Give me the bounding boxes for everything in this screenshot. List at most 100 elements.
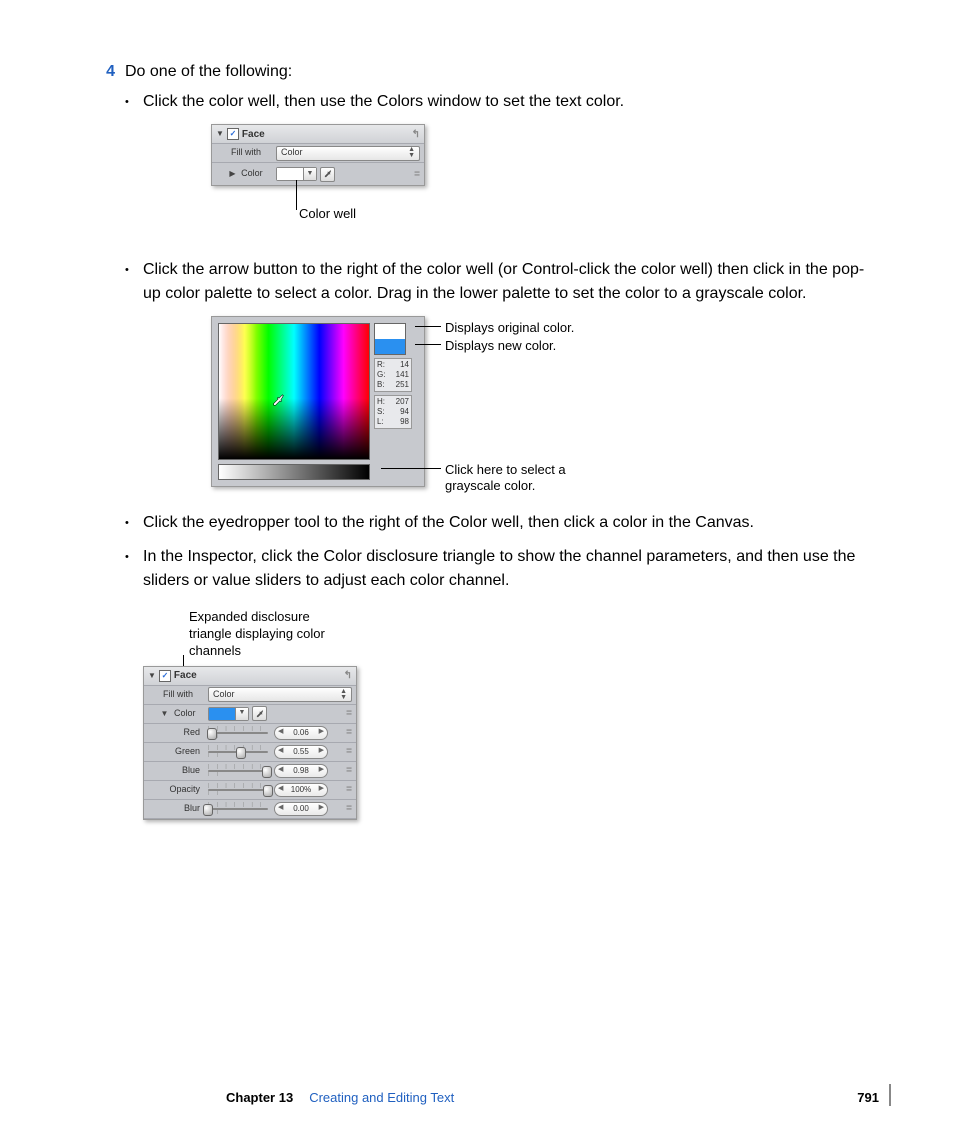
r-label: R:	[377, 360, 385, 370]
fill-with-combo[interactable]: Color ▲▼	[208, 687, 352, 702]
green-value-stepper[interactable]: ◀ 0.55 ▶	[274, 745, 328, 759]
inspector-panel: ▼ ✓ Face ↰ Fill with Color ▲▼	[211, 124, 425, 186]
eyedropper-button[interactable]	[252, 706, 267, 721]
callout-line	[381, 468, 441, 469]
inspector-panel-expanded: ▼ ✓ Face ↰ Fill with Color ▲▼	[143, 666, 357, 820]
eyedropper-button[interactable]	[320, 167, 335, 182]
fill-with-combo[interactable]: Color ▲▼	[276, 146, 420, 161]
hsl-readout: H:207 S:94 L:98	[374, 395, 412, 429]
stepper-right-icon[interactable]: ▶	[319, 746, 324, 757]
g-label: G:	[377, 370, 385, 380]
slider-knob[interactable]	[262, 766, 272, 778]
color-swatch-pair	[374, 323, 406, 355]
color-disclosure-icon[interactable]: ▶	[229, 169, 235, 178]
red-slider[interactable]: | | | | | | | | |	[208, 728, 268, 738]
fill-with-row: Fill with Color ▲▼	[212, 144, 424, 163]
step-number: 4	[75, 60, 125, 84]
h-value: 207	[396, 397, 409, 407]
fill-with-row: Fill with Color ▲▼	[144, 686, 356, 705]
stepper-left-icon[interactable]: ◀	[278, 765, 283, 776]
l-value: 98	[400, 417, 409, 427]
stepper-left-icon[interactable]: ◀	[278, 803, 283, 814]
callout-line	[415, 344, 441, 345]
opacity-value-stepper[interactable]: ◀ 100% ▶	[274, 783, 328, 797]
blue-label: Blue	[148, 764, 208, 778]
disclosure-triangle-icon[interactable]: ▼	[216, 128, 224, 140]
stepper-left-icon[interactable]: ◀	[278, 746, 283, 757]
row-menu-icon[interactable]: =	[346, 744, 352, 759]
color-label-text: Color	[241, 168, 263, 178]
row-menu-icon[interactable]: =	[414, 167, 420, 182]
green-slider-row: Green| | | | | | | | |◀0.55▶=	[144, 743, 356, 762]
footer-divider	[889, 1084, 891, 1106]
color-well[interactable]	[209, 708, 236, 720]
panel-header-row[interactable]: ▼ ✓ Face ↰	[212, 125, 424, 144]
red-value: 0.06	[293, 727, 309, 739]
stepper-right-icon[interactable]: ▶	[319, 803, 324, 814]
blue-value-stepper[interactable]: ◀0.98▶	[274, 764, 328, 778]
color-row: ▼ Color ▼ =	[144, 705, 356, 724]
disclosure-triangle-icon[interactable]: ▼	[148, 670, 156, 682]
opacity-value: 100%	[291, 784, 311, 796]
combo-value: Color	[213, 688, 235, 702]
row-menu-icon[interactable]: =	[346, 763, 352, 778]
callout-new-color: Displays new color.	[445, 336, 556, 356]
opacity-slider[interactable]: | | | | | | | | |	[208, 785, 268, 795]
blur-label: Blur	[148, 802, 208, 816]
bullet-2-text: Click the arrow button to the right of t…	[143, 261, 864, 302]
grayscale-strip[interactable]	[218, 464, 370, 480]
fill-with-label: Fill with	[216, 146, 276, 160]
page-footer: Chapter 13 Creating and Editing Text 791	[226, 1088, 879, 1108]
panel-header-row[interactable]: ▼ ✓ Face ↰	[144, 667, 356, 686]
rgb-readout: R:14 G:141 B:251	[374, 358, 412, 392]
bullet-4-text: In the Inspector, click the Color disclo…	[143, 548, 855, 589]
b-value: 251	[396, 380, 409, 390]
stepper-left-icon[interactable]: ◀	[278, 784, 283, 795]
panel-header-label: Face	[242, 127, 265, 142]
l-label: L:	[377, 417, 384, 427]
slider-knob[interactable]	[236, 747, 246, 759]
callout-line	[296, 180, 297, 210]
stepper-right-icon[interactable]: ▶	[319, 765, 324, 776]
bullet-1-text: Click the color well, then use the Color…	[143, 93, 624, 110]
figure-color-picker: R:14 G:141 B:251 H:207 S:94 L:98	[211, 316, 879, 487]
s-label: S:	[377, 407, 385, 417]
slider-knob[interactable]	[263, 785, 273, 797]
blue-slider[interactable]: | | | | | | | | |	[208, 766, 268, 776]
row-menu-icon[interactable]: =	[346, 725, 352, 740]
eyedropper-cursor-icon	[272, 391, 286, 405]
color-row-label: ▼ Color	[148, 707, 208, 721]
combo-arrows-icon: ▲▼	[340, 689, 347, 701]
reset-icon[interactable]: ↰	[344, 668, 352, 683]
reset-icon[interactable]: ↰	[412, 127, 420, 142]
footer-chapter: Chapter 13	[226, 1088, 293, 1108]
blur-value-stepper[interactable]: ◀0.00▶	[274, 802, 328, 816]
stepper-right-icon[interactable]: ▶	[319, 784, 324, 795]
stepper-left-icon[interactable]: ◀	[278, 727, 283, 738]
row-menu-icon[interactable]: =	[346, 782, 352, 797]
green-value: 0.55	[293, 746, 309, 758]
slider-knob[interactable]	[207, 728, 217, 740]
green-slider[interactable]: | | | | | | | | |	[208, 747, 268, 757]
face-checkbox[interactable]: ✓	[159, 670, 171, 682]
blur-slider[interactable]: | | | | | | | | |	[208, 804, 268, 814]
callout-color-well: Color well	[299, 204, 356, 224]
step-row: 4 Do one of the following:	[75, 60, 879, 84]
slider-knob[interactable]	[203, 804, 213, 816]
stepper-right-icon[interactable]: ▶	[319, 727, 324, 738]
row-menu-icon[interactable]: =	[346, 706, 352, 721]
color-disclosure-icon[interactable]: ▼	[161, 709, 169, 718]
color-well-arrow-button[interactable]: ▼	[236, 708, 248, 720]
hue-saturation-pad[interactable]	[218, 323, 370, 460]
red-slider-row: Red| | | | | | | | |◀0.06▶=	[144, 724, 356, 743]
row-menu-icon[interactable]: =	[346, 801, 352, 816]
combo-value: Color	[281, 146, 303, 160]
face-checkbox[interactable]: ✓	[227, 128, 239, 140]
color-well-arrow-button[interactable]: ▼	[304, 168, 316, 180]
color-well[interactable]	[277, 168, 304, 180]
opacity-slider-row: Opacity| | | | | | | | |◀100%▶=	[144, 781, 356, 800]
callout-line	[415, 326, 441, 327]
red-value-stepper[interactable]: ◀ 0.06 ▶	[274, 726, 328, 740]
new-color-swatch	[375, 339, 405, 354]
panel-header-label: Face	[174, 668, 197, 683]
